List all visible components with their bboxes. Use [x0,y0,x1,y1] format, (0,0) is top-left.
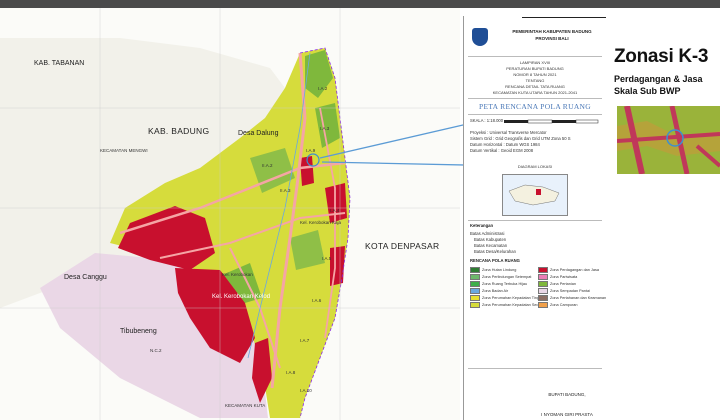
legend-zone-item: Zona Perlindungan Setempat [470,274,531,280]
header-line: PROVINSI BALI [535,36,569,41]
legend-zone-item: Zona Perumahan Kepadatan Tinggi [470,295,542,301]
legend-zone-item: Zona Pertahanan dan Keamanan [538,295,606,301]
zone-subtitle-1: Perdagangan & Jasa [614,74,703,84]
scale-text: SKALA : 1:18.000 [470,118,504,123]
map-legend-panel: PEMERINTAH KABUPATEN BADUNG PROVINSI BAL… [463,16,607,420]
info-line: Datum Horizontal : Datum WGS 1984 [470,142,540,147]
location-inset-map [502,174,568,216]
inset-label: DIAGRAM LOKASI [517,164,553,169]
boundary-item: Batas Kecamatan [474,243,508,248]
legend-zone-item: Zona Campuran [538,302,577,308]
legend-zone-item: Zona Perdagangan dan Jasa [538,267,599,273]
signature-title: BUPATI BADUNG, [548,392,586,397]
regulation-line: LAMPIRAN XVIII [519,60,551,65]
zone-callout-panel: Zonasi K-3 Perdagangan & Jasa Skala Sub … [606,8,720,420]
boundary-item: Batas Administrasi [470,231,505,236]
signature-name: I NYOMAN GIRI PRASTA [541,412,593,417]
legend-zone-item: Zona Pertanian [538,281,576,287]
info-line: Sistem Grid : Grid Geografis dan Grid UT… [470,136,571,141]
map-title: PETA RENCANA POLA RUANG [479,102,591,111]
regulation-line: NOMOR 8 TAHUN 2021 [513,72,557,77]
info-line: Proyeksi : Universal Transverse Mercator [470,130,547,135]
regulation-line: RENCANA DETAIL TATA RUANG [505,84,565,89]
legend-zone-item: Zona Pariwisata [538,274,577,280]
legend-zone-item: Zona Perumahan Kepadatan Sedang [470,302,545,308]
legend-header: PEMERINTAH KABUPATEN BADUNG PROVINSI BAL… [464,16,606,56]
scale-bar [504,119,599,124]
legend-heading: Keterangan [470,223,494,228]
zone-title: Zonasi K-3 [614,46,709,67]
boundary-item: Batas Desa/Kelurahan [474,249,516,254]
zoomed-map-crop [617,106,720,174]
legend-zone-item: Zona Sempadan Pantai [538,288,590,294]
boundary-item: Batas Kabupaten [474,237,507,242]
pola-ruang-heading: RENCANA POLA RUANG [470,258,520,263]
regulation-line: KECAMATAN KUTA UTARA TAHUN 2021-2041 [492,90,578,95]
legend-zone-item: Zona Hutan Lindung [470,267,516,273]
regulation-line: TENTANG [525,78,545,83]
legend-zone-item: Zona Badan Air [470,288,508,294]
top-rule [522,17,606,18]
regulation-line: PERATURAN BUPATI BADUNG [506,66,564,71]
zone-subtitle-2: Skala Sub BWP [614,86,681,96]
info-line: Datum Vertikal : Geoid EGM 2008 [470,148,534,153]
header-line: PEMERINTAH KABUPATEN BADUNG [512,29,592,34]
legend-zone-item: Zona Ruang Terbuka Hijau [470,281,527,287]
